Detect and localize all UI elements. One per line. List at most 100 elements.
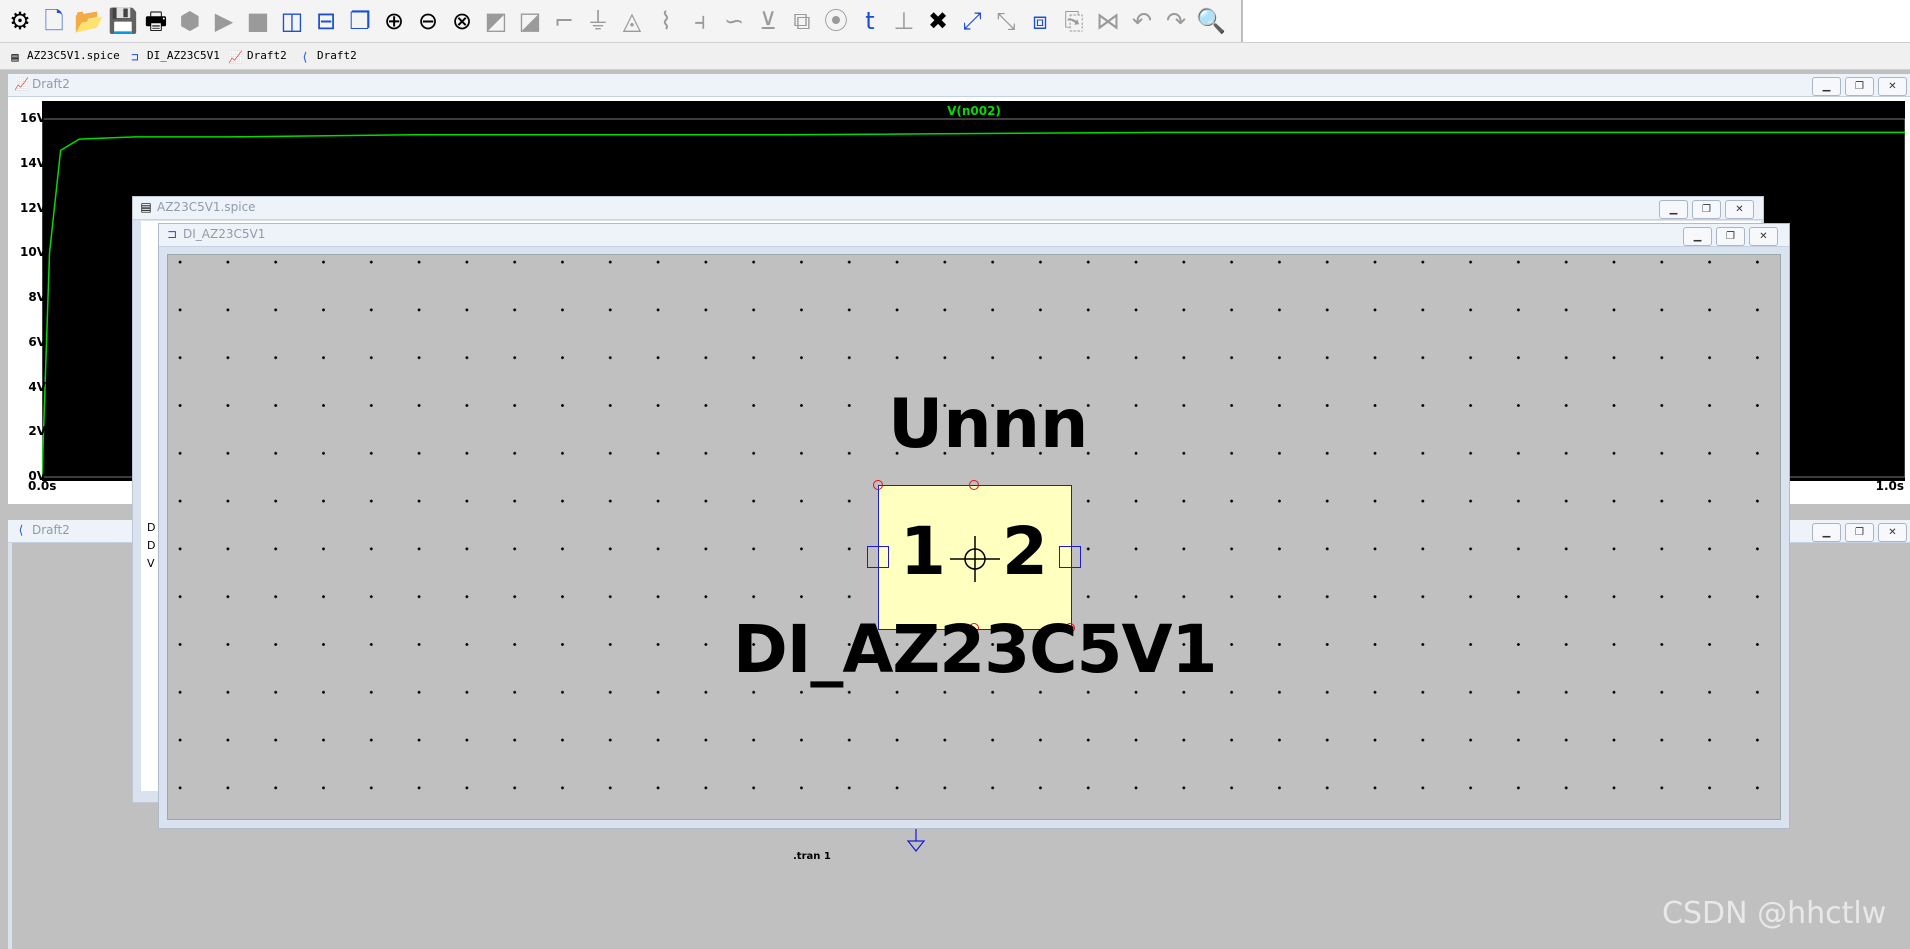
zoom-out-icon[interactable]: ⊖ — [414, 6, 442, 36]
tile-horizontal-icon[interactable]: ⊟ — [312, 6, 340, 36]
waveform-icon[interactable]: ◪ — [516, 6, 544, 36]
pin-2-connection[interactable] — [1059, 546, 1081, 568]
toolbar-empty-area — [1241, 0, 1910, 42]
symbol-canvas[interactable]: Unnn 1 2 DI_AZ23C5V1 — [167, 254, 1781, 820]
tab-di-az23c5v1[interactable]: ⊐ DI_AZ23C5V1 — [128, 47, 220, 65]
origin-crosshair-icon — [950, 536, 1000, 582]
find-icon[interactable]: 🔍 — [1196, 6, 1226, 36]
label-icon[interactable]: ◬ — [618, 6, 646, 36]
symbol-icon: ⊐ — [166, 227, 178, 241]
ground-symbol[interactable] — [902, 827, 930, 857]
move-icon[interactable]: ⤢ — [958, 6, 986, 36]
spice-directive[interactable]: .tran 1 — [793, 851, 831, 862]
tab-label: DI_AZ23C5V1 — [147, 49, 220, 62]
tab-label: Draft2 — [247, 49, 287, 62]
selection-handle[interactable] — [969, 480, 979, 490]
waveform-icon: 📈 — [228, 50, 243, 64]
x-tick-label: 1.0s — [1875, 479, 1904, 493]
close-button[interactable]: ✕ — [1878, 523, 1907, 542]
y-tick-label: 16V — [20, 111, 46, 125]
halt-icon[interactable]: ⬢ — [176, 6, 204, 36]
spice-text-icon[interactable]: ⊥ — [890, 6, 918, 36]
text-icon[interactable]: t — [856, 6, 884, 36]
watermark: CSDN @hhctlw — [1662, 896, 1887, 931]
zoom-fit-icon[interactable]: ⊗ — [448, 6, 476, 36]
close-button[interactable]: ✕ — [1878, 77, 1907, 96]
y-tick-label: 12V — [20, 200, 46, 215]
y-tick-label: 10V — [20, 245, 46, 260]
window-title: Draft2 — [32, 77, 70, 91]
component-icon[interactable]: ⧉ — [788, 6, 816, 36]
settings-icon[interactable]: ⚙ — [6, 6, 34, 36]
symbol-window-titlebar[interactable]: ⊐ DI_AZ23C5V1 ▁ ❐ ✕ — [159, 224, 1789, 247]
capacitor-icon[interactable]: ⫞ — [686, 6, 714, 36]
waveform-icon: 📈 — [14, 77, 29, 91]
wire-icon[interactable]: ⌐ — [550, 6, 578, 36]
drag-icon[interactable]: ⤡ — [992, 6, 1020, 36]
zoom-in-icon[interactable]: ⊕ — [380, 6, 408, 36]
close-button[interactable]: ✕ — [1725, 200, 1754, 219]
y-tick-label: 6V — [28, 334, 46, 349]
spice-line-fragment: D — [147, 539, 156, 552]
minimize-button[interactable]: ▁ — [1812, 523, 1841, 542]
selection-handle[interactable] — [873, 480, 883, 490]
save-icon[interactable]: 💾 — [108, 6, 138, 36]
pin-1-label: 1 — [900, 513, 946, 590]
autorange-icon[interactable]: ◩ — [482, 6, 510, 36]
tab-az23c5v1-spice[interactable]: ▤ AZ23C5V1.spice — [8, 47, 120, 65]
waveform-window-titlebar[interactable]: 📈 Draft2 ▁ ❐ ✕ — [8, 74, 1910, 97]
restore-button[interactable]: ❐ — [1845, 523, 1874, 542]
pin-1-connection[interactable] — [867, 546, 889, 568]
spice-line-fragment: D — [147, 521, 156, 534]
new-schematic-icon[interactable]: 🗋 — [40, 6, 68, 36]
value-attribute[interactable]: DI_AZ23C5V1 — [733, 611, 1217, 688]
window-title: DI_AZ23C5V1 — [183, 227, 266, 241]
window-title: Draft2 — [32, 523, 70, 537]
tab-draft2-schematic[interactable]: ⟨ Draft2 — [298, 47, 357, 65]
minimize-button[interactable]: ▁ — [1812, 77, 1841, 96]
minimize-button[interactable]: ▁ — [1659, 200, 1688, 219]
spice-line-fragment: V — [147, 557, 155, 570]
mirror-icon[interactable]: ⋈ — [1094, 6, 1122, 36]
restore-button[interactable]: ❐ — [1716, 227, 1745, 246]
main-toolbar: ⚙ 🗋 📂 💾 🖶 ⬢ ▶ ■ ◫ ⊟ ❐ ⊕ ⊖ ⊗ ◩ ◪ ⌐ ⏚ ◬ ⌇ ⫞ ∽ ⊻ ⧉ ⦿ t ⊥ ✖ ⤢ ⤡ ⧈ ⎘ ⋈ ↶ ↷ 🔍 — [0, 0, 1910, 42]
y-tick-label: 2V — [28, 424, 46, 439]
toolbar-buttons: ⚙ 🗋 📂 💾 🖶 ⬢ ▶ ■ ◫ ⊟ ❐ ⊕ ⊖ ⊗ ◩ ◪ ⌐ ⏚ ◬ ⌇ ⫞ ∽ ⊻ ⧉ ⦿ t ⊥ ✖ ⤢ ⤡ ⧈ ⎘ ⋈ ↶ ↷ 🔍 — [6, 4, 1230, 38]
inst-name-attribute[interactable]: Unnn — [888, 385, 1088, 464]
tab-label: Draft2 — [317, 49, 357, 62]
symbol-icon: ⊐ — [131, 50, 139, 64]
pin-2-label: 2 — [1002, 513, 1048, 590]
text-file-icon: ▤ — [140, 200, 152, 214]
tab-draft2-waveform[interactable]: 📈 Draft2 — [228, 47, 287, 65]
diode-icon[interactable]: ⊻ — [754, 6, 782, 36]
restore-button[interactable]: ❐ — [1845, 77, 1874, 96]
spice-window-titlebar[interactable]: ▤ AZ23C5V1.spice ▁ ❐ ✕ — [133, 197, 1763, 220]
cascade-icon[interactable]: ❐ — [346, 6, 374, 36]
resistor-icon[interactable]: ⌇ — [652, 6, 680, 36]
trace-label[interactable]: V(n002) — [947, 104, 1001, 118]
inductor-icon[interactable]: ∽ — [720, 6, 748, 36]
run-icon[interactable]: ▶ — [210, 6, 238, 36]
close-button[interactable]: ✕ — [1749, 227, 1778, 246]
ground-icon[interactable]: ⏚ — [584, 6, 612, 36]
minimize-button[interactable]: ▁ — [1683, 227, 1712, 246]
window-title: AZ23C5V1.spice — [157, 200, 256, 214]
paste-icon[interactable]: ⎘ — [1060, 6, 1088, 36]
redo-icon[interactable]: ↷ — [1162, 6, 1190, 36]
open-icon[interactable]: 📂 — [74, 6, 104, 36]
tile-vertical-icon[interactable]: ◫ — [278, 6, 306, 36]
y-tick-label: 4V — [28, 379, 46, 394]
schematic-icon: ⟨ — [18, 523, 24, 537]
stop-icon[interactable]: ■ — [244, 6, 272, 36]
text-file-icon: ▤ — [11, 50, 19, 64]
print-icon[interactable]: 🖶 — [142, 6, 170, 36]
x-tick-label: 0.0s — [28, 479, 57, 493]
restore-button[interactable]: ❐ — [1692, 200, 1721, 219]
delete-icon[interactable]: ✖ — [924, 6, 952, 36]
undo-icon[interactable]: ↶ — [1128, 6, 1156, 36]
spice-directive-icon[interactable]: ⦿ — [822, 6, 850, 36]
symbol-editor-window: ⊐ DI_AZ23C5V1 ▁ ❐ ✕ Unnn 1 2 DI_AZ23C5V1 — [158, 223, 1790, 829]
copy-icon[interactable]: ⧈ — [1026, 6, 1054, 36]
tab-label: AZ23C5V1.spice — [27, 49, 120, 62]
y-tick-label: 8V — [28, 290, 46, 304]
